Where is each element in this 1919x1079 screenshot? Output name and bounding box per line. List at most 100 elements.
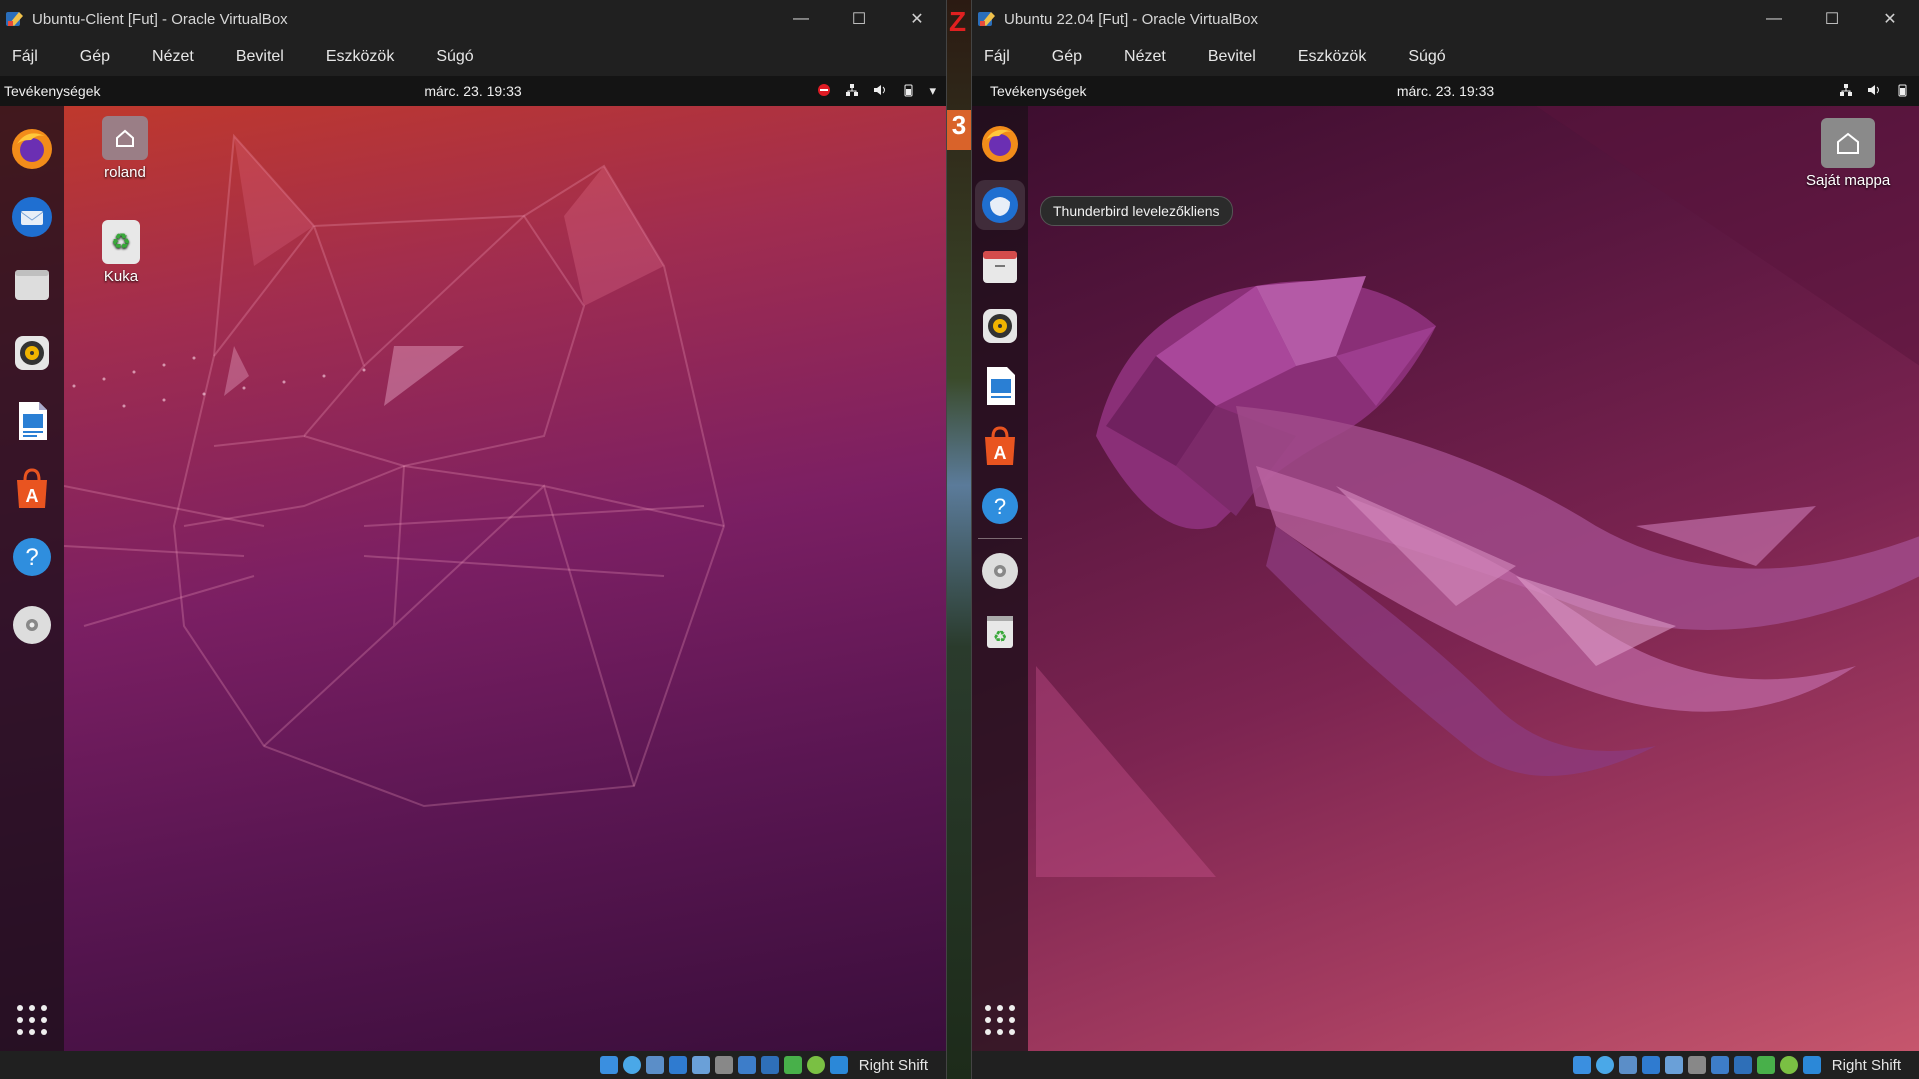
- activities-button[interactable]: Tevékenységek: [990, 83, 1087, 99]
- writer-icon[interactable]: [978, 364, 1022, 408]
- filezilla-icon: Z: [949, 6, 967, 37]
- help-icon[interactable]: ?: [7, 532, 57, 582]
- shared-folders-icon[interactable]: [1687, 1056, 1706, 1074]
- home-folder-icon: [1821, 118, 1876, 168]
- battery-icon[interactable]: [1895, 83, 1909, 100]
- menu-file[interactable]: Fájl: [984, 48, 1010, 66]
- dvd-icon[interactable]: [978, 549, 1022, 593]
- menu-machine[interactable]: Gép: [1052, 48, 1082, 66]
- host-desktop-strip: Z 3: [947, 0, 971, 1079]
- guest-screen[interactable]: Tevékenységek márc. 23. 19:33 A ? ♻ Thun…: [972, 76, 1919, 1051]
- vbox-window-ubuntu-2204[interactable]: Ubuntu 22.04 [Fut] - Oracle VirtualBox —…: [971, 0, 1919, 1079]
- mouse-integration-icon[interactable]: [1756, 1056, 1775, 1074]
- help-icon[interactable]: ?: [978, 484, 1022, 528]
- clock[interactable]: márc. 23. 19:33: [1397, 83, 1494, 99]
- menu-input[interactable]: Bevitel: [236, 48, 284, 66]
- display-icon[interactable]: [737, 1056, 756, 1074]
- desktop-wallpaper[interactable]: A ? roland ♻ Kuka: [0, 106, 946, 1051]
- trash-icon[interactable]: ♻: [978, 609, 1022, 653]
- host-key-label: Right Shift: [858, 1056, 928, 1074]
- files-icon[interactable]: [978, 244, 1022, 288]
- network-icon[interactable]: [845, 83, 859, 100]
- menu-input[interactable]: Bevitel: [1208, 48, 1256, 66]
- show-applications-icon[interactable]: [983, 1003, 1017, 1037]
- minimize-button[interactable]: —: [772, 0, 830, 38]
- no-entry-icon[interactable]: [817, 83, 831, 100]
- guest-screen[interactable]: Tevékenységek márc. 23. 19:33 ▾ A ? rola…: [0, 76, 946, 1051]
- network-adapter-icon[interactable]: [1641, 1056, 1660, 1074]
- usb-icon[interactable]: [691, 1056, 710, 1074]
- battery-icon[interactable]: [901, 83, 915, 100]
- host-screen: Ubuntu-Client [Fut] - Oracle VirtualBox …: [0, 0, 1919, 1079]
- menu-view[interactable]: Nézet: [1124, 48, 1166, 66]
- network-adapter-icon[interactable]: [668, 1056, 687, 1074]
- display-icon[interactable]: [1710, 1056, 1729, 1074]
- hard-disk-icon[interactable]: [599, 1056, 618, 1074]
- software-center-icon[interactable]: A: [7, 464, 57, 514]
- desktop-icon-home[interactable]: roland: [102, 116, 148, 181]
- menu-file[interactable]: Fájl: [12, 48, 38, 66]
- thunderbird-icon[interactable]: [975, 180, 1025, 230]
- menu-bar: Fájl Gép Nézet Bevitel Eszközök Súgó: [0, 38, 946, 76]
- guest-additions-icon[interactable]: [806, 1056, 825, 1074]
- guest-additions-icon[interactable]: [1779, 1056, 1798, 1074]
- trash-icon: ♻: [102, 220, 140, 264]
- dock: A ?: [0, 106, 64, 1051]
- system-tray[interactable]: [1839, 83, 1909, 100]
- virtualbox-icon: [976, 8, 998, 30]
- title-bar[interactable]: Ubuntu-Client [Fut] - Oracle VirtualBox …: [0, 0, 946, 38]
- clock[interactable]: márc. 23. 19:33: [424, 83, 521, 99]
- vbox-status-bar: Right Shift: [972, 1051, 1919, 1079]
- menu-bar: Fájl Gép Nézet Bevitel Eszközök Súgó: [972, 38, 1919, 76]
- show-applications-icon[interactable]: [15, 1003, 49, 1037]
- menu-machine[interactable]: Gép: [80, 48, 110, 66]
- volume-icon[interactable]: [1867, 83, 1881, 100]
- shared-folders-icon[interactable]: [714, 1056, 733, 1074]
- desktop-icon-home[interactable]: Saját mappa: [1806, 118, 1890, 189]
- close-button[interactable]: ✕: [1861, 0, 1919, 38]
- audio-icon[interactable]: [1618, 1056, 1637, 1074]
- mouse-integration-icon[interactable]: [783, 1056, 802, 1074]
- software-center-icon[interactable]: A: [978, 424, 1022, 468]
- maximize-button[interactable]: ☐: [830, 0, 888, 38]
- files-icon[interactable]: [7, 260, 57, 310]
- menu-devices[interactable]: Eszközök: [1298, 48, 1366, 66]
- optical-drive-icon[interactable]: [1595, 1056, 1614, 1074]
- window-title: Ubuntu-Client [Fut] - Oracle VirtualBox: [32, 10, 288, 28]
- rhythmbox-icon[interactable]: [978, 304, 1022, 348]
- rhythmbox-icon[interactable]: [7, 328, 57, 378]
- recording-icon[interactable]: [760, 1056, 779, 1074]
- writer-icon[interactable]: [7, 396, 57, 446]
- firefox-icon[interactable]: [7, 124, 57, 174]
- volume-icon[interactable]: [873, 83, 887, 100]
- system-tray[interactable]: ▾: [817, 83, 936, 100]
- vbox-window-ubuntu-client[interactable]: Ubuntu-Client [Fut] - Oracle VirtualBox …: [0, 0, 947, 1079]
- menu-help[interactable]: Súgó: [436, 48, 473, 66]
- svg-text:A: A: [26, 486, 39, 506]
- chevron-down-icon[interactable]: ▾: [929, 83, 936, 99]
- minimize-button[interactable]: —: [1745, 0, 1803, 38]
- close-button[interactable]: ✕: [888, 0, 946, 38]
- host-key-label: Right Shift: [1831, 1056, 1901, 1074]
- keyboard-capture-icon[interactable]: [1802, 1056, 1821, 1074]
- network-icon[interactable]: [1839, 83, 1853, 100]
- desktop-icon-trash[interactable]: ♻ Kuka: [102, 220, 140, 285]
- title-bar[interactable]: Ubuntu 22.04 [Fut] - Oracle VirtualBox —…: [972, 0, 1919, 38]
- usb-icon[interactable]: [1664, 1056, 1683, 1074]
- recording-icon[interactable]: [1733, 1056, 1752, 1074]
- audio-icon[interactable]: [645, 1056, 664, 1074]
- desktop-wallpaper[interactable]: A ? ♻ Thunderbird levelezőkliens Saját m…: [972, 106, 1919, 1051]
- dvd-icon[interactable]: [7, 600, 57, 650]
- menu-view[interactable]: Nézet: [152, 48, 194, 66]
- firefox-icon[interactable]: [978, 122, 1022, 166]
- wallpaper-cat-lines: [64, 133, 726, 808]
- maximize-button[interactable]: ☐: [1803, 0, 1861, 38]
- hard-disk-icon[interactable]: [1572, 1056, 1591, 1074]
- virtualbox-icon: [4, 8, 26, 30]
- menu-devices[interactable]: Eszközök: [326, 48, 394, 66]
- optical-drive-icon[interactable]: [622, 1056, 641, 1074]
- activities-button[interactable]: Tevékenységek: [4, 83, 101, 99]
- thunderbird-icon[interactable]: [7, 192, 57, 242]
- menu-help[interactable]: Súgó: [1408, 48, 1445, 66]
- keyboard-capture-icon[interactable]: [829, 1056, 848, 1074]
